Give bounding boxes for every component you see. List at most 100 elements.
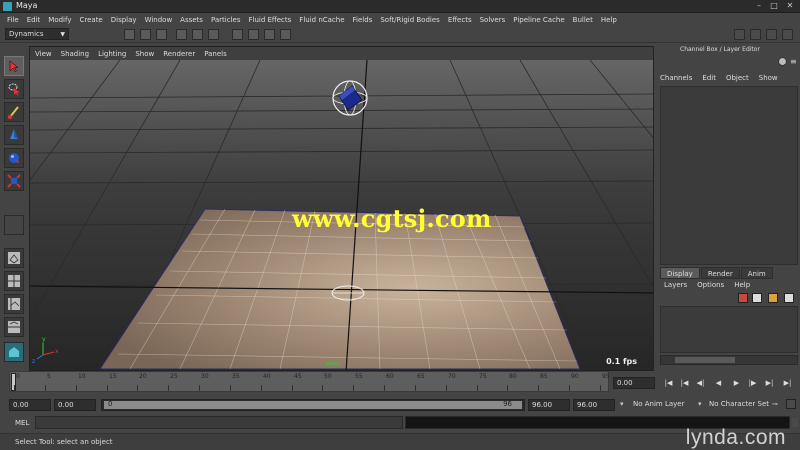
layer-menu-layers[interactable]: Layers (664, 281, 687, 289)
single-pane-layout-icon[interactable] (4, 248, 24, 268)
menuset-dropdown[interactable]: Dynamics ▼ (5, 28, 69, 40)
snap-grid-icon[interactable] (232, 29, 243, 40)
anim-layer-dropdown[interactable]: No Anim Layer (633, 400, 684, 408)
auto-key-icon[interactable]: ⊸ (772, 400, 778, 408)
attribute-editor-icon[interactable] (766, 29, 777, 40)
outliner-layout-icon[interactable] (4, 294, 24, 314)
start-time-field[interactable]: 0.00 (9, 399, 51, 411)
select-by-component-icon[interactable] (208, 29, 219, 40)
animation-preferences-icon[interactable] (786, 399, 796, 409)
panel-menu-panels[interactable]: Panels (204, 50, 227, 58)
step-back-frame-icon[interactable]: ◀| (694, 377, 707, 389)
new-empty-layer-icon[interactable] (738, 293, 748, 303)
panel-menu-view[interactable]: View (35, 50, 52, 58)
panel-menu-lighting[interactable]: Lighting (98, 50, 126, 58)
tab-render[interactable]: Render (700, 267, 740, 279)
move-layer-up-icon[interactable] (768, 293, 778, 303)
menu-fluid-effects[interactable]: Fluid Effects (248, 16, 291, 24)
menu-assets[interactable]: Assets (180, 16, 203, 24)
cb-menu-channels[interactable]: Channels (660, 74, 692, 82)
select-tool-icon[interactable] (4, 56, 24, 76)
anim-layer-icon[interactable]: ▾ (620, 400, 624, 408)
menu-modify[interactable]: Modify (48, 16, 71, 24)
menu-file[interactable]: File (7, 16, 19, 24)
mel-command-input[interactable] (35, 416, 403, 429)
step-forward-key-icon[interactable]: ▶| (763, 377, 776, 389)
menu-create[interactable]: Create (79, 16, 102, 24)
step-back-key-icon[interactable]: |◀ (678, 377, 691, 389)
rigid-body-cube[interactable] (332, 80, 368, 116)
open-scene-icon[interactable] (140, 29, 151, 40)
maximize-icon[interactable]: □ (767, 1, 781, 11)
panel-menu-show[interactable]: Show (135, 50, 154, 58)
tab-anim[interactable]: Anim (740, 267, 773, 279)
menu-bullet[interactable]: Bullet (573, 16, 593, 24)
go-to-start-icon[interactable]: |◀ (662, 377, 675, 389)
end-time-field[interactable]: 96.00 (573, 399, 615, 411)
menu-help[interactable]: Help (601, 16, 617, 24)
new-layer-selected-icon[interactable] (752, 293, 762, 303)
cb-menu-edit[interactable]: Edit (702, 74, 716, 82)
four-pane-layout-icon[interactable] (4, 271, 24, 291)
graph-editor-layout-icon[interactable] (4, 317, 24, 337)
menu-display[interactable]: Display (111, 16, 137, 24)
attribute-editor-toggle-icon[interactable] (778, 57, 787, 66)
menu-effects[interactable]: Effects (448, 16, 472, 24)
scale-tool-icon[interactable] (4, 171, 24, 191)
minimize-icon[interactable]: – (752, 1, 766, 11)
scrollbar-thumb[interactable] (675, 357, 735, 363)
snap-point-icon[interactable] (264, 29, 275, 40)
time-slider[interactable]: 0 5 10 15 20 25 30 35 40 45 50 55 60 65 70 75 80 85 90 95 (9, 371, 610, 392)
panel-menu-shading[interactable]: Shading (61, 50, 89, 58)
character-set-icon[interactable]: ▾ (698, 400, 702, 408)
panel-menu-renderer[interactable]: Renderer (163, 50, 195, 58)
select-by-object-icon[interactable] (192, 29, 203, 40)
layer-list[interactable] (660, 306, 798, 353)
select-by-hierarchy-icon[interactable] (176, 29, 187, 40)
range-slider[interactable]: 0 96 (101, 399, 525, 411)
new-scene-icon[interactable] (124, 29, 135, 40)
sculpt-icon[interactable] (734, 29, 745, 40)
menu-pipeline-cache[interactable]: Pipeline Cache (513, 16, 564, 24)
move-layer-down-icon[interactable] (784, 293, 794, 303)
close-icon[interactable]: ✕ (783, 1, 797, 11)
snap-plane-icon[interactable] (280, 29, 291, 40)
rotate-tool-icon[interactable] (4, 148, 24, 168)
paint-select-tool-icon[interactable] (4, 102, 24, 122)
tool-settings-toggle-icon[interactable]: ≡ (790, 57, 798, 66)
tab-display[interactable]: Display (660, 267, 700, 279)
play-forwards-icon[interactable]: ▶ (730, 377, 743, 389)
go-to-end-icon[interactable]: ▶| (781, 377, 794, 389)
mel-label[interactable]: MEL (15, 419, 29, 427)
play-backwards-icon[interactable]: ◀ (712, 377, 725, 389)
step-forward-frame-icon[interactable]: |▶ (746, 377, 759, 389)
menu-edit[interactable]: Edit (27, 16, 41, 24)
playback-end-field[interactable]: 96.00 (528, 399, 570, 411)
layer-list-scrollbar[interactable] (660, 355, 798, 365)
menu-fluid-ncache[interactable]: Fluid nCache (299, 16, 344, 24)
range-slider-handle[interactable]: 0 96 (104, 400, 522, 409)
move-tool-icon[interactable] (4, 125, 24, 145)
paint-icon[interactable] (750, 29, 761, 40)
current-frame-field[interactable]: 0.00 (613, 377, 655, 389)
menu-particles[interactable]: Particles (211, 16, 241, 24)
script-editor-icon[interactable] (792, 418, 798, 427)
perspective-viewport[interactable]: View Shading Lighting Show Renderer Pane… (29, 46, 654, 371)
cb-menu-show[interactable]: Show (759, 74, 778, 82)
layer-menu-help[interactable]: Help (734, 281, 750, 289)
menu-soft-rigid-bodies[interactable]: Soft/Rigid Bodies (380, 16, 439, 24)
lasso-tool-icon[interactable] (4, 79, 24, 99)
channel-box-toggle-icon[interactable] (782, 29, 793, 40)
channel-box-area[interactable] (660, 86, 798, 265)
menu-solvers[interactable]: Solvers (480, 16, 506, 24)
last-tool-slot[interactable] (4, 215, 24, 235)
snap-curve-icon[interactable] (248, 29, 259, 40)
menu-fields[interactable]: Fields (353, 16, 373, 24)
hypershade-layout-icon[interactable] (4, 342, 24, 362)
save-scene-icon[interactable] (156, 29, 167, 40)
playback-start-field[interactable]: 0.00 (54, 399, 96, 411)
menu-window[interactable]: Window (145, 16, 173, 24)
character-set-dropdown[interactable]: No Character Set (709, 400, 769, 408)
layer-menu-options[interactable]: Options (697, 281, 724, 289)
cb-menu-object[interactable]: Object (726, 74, 749, 82)
